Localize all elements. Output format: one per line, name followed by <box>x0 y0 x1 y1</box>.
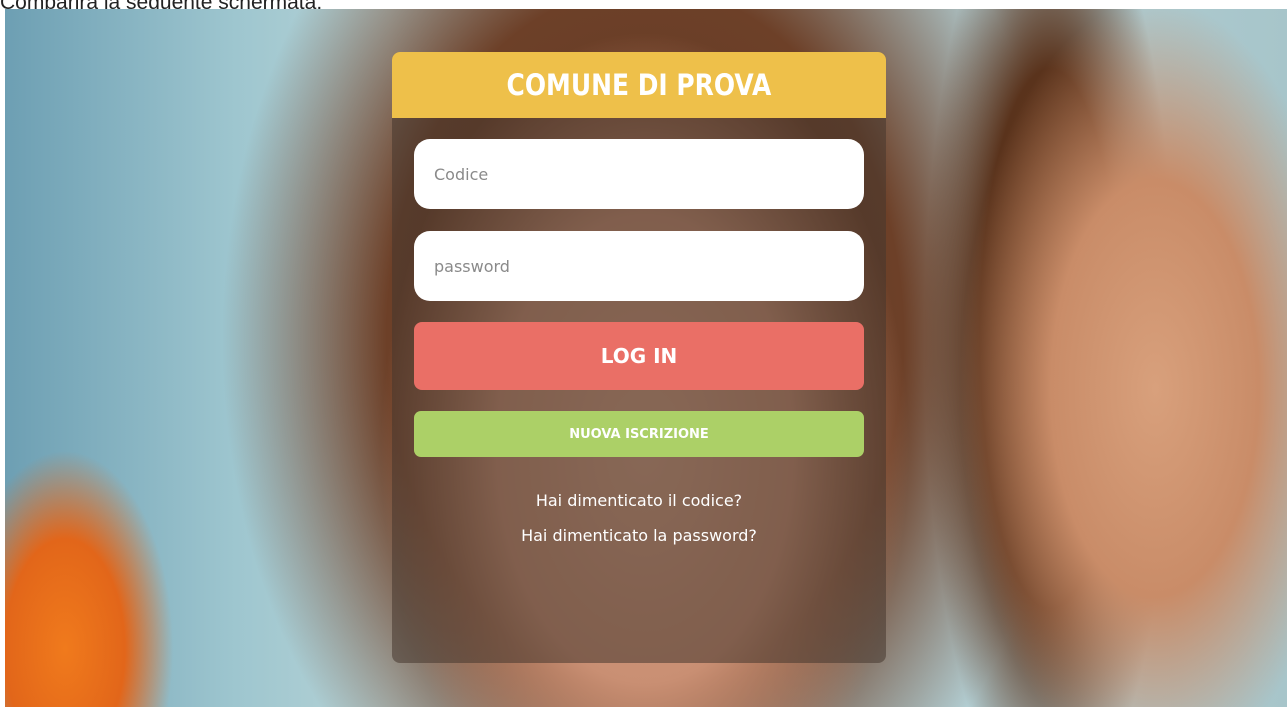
forgot-code-link[interactable]: Hai dimenticato il codice? <box>392 491 886 510</box>
code-field[interactable] <box>414 139 864 209</box>
login-button[interactable]: LOG IN <box>414 322 864 390</box>
background-photo: COMUNE DI PROVA LOG IN NUOVA ISCRIZIONE … <box>5 9 1287 707</box>
password-field[interactable] <box>414 231 864 301</box>
new-registration-button[interactable]: NUOVA ISCRIZIONE <box>414 411 864 457</box>
code-input[interactable] <box>432 163 846 185</box>
login-panel: COMUNE DI PROVA LOG IN NUOVA ISCRIZIONE … <box>392 52 886 663</box>
municipality-title: COMUNE DI PROVA <box>506 68 772 102</box>
forgot-password-link[interactable]: Hai dimenticato la password? <box>392 526 886 545</box>
panel-header: COMUNE DI PROVA <box>392 52 886 118</box>
password-input[interactable] <box>432 255 846 277</box>
